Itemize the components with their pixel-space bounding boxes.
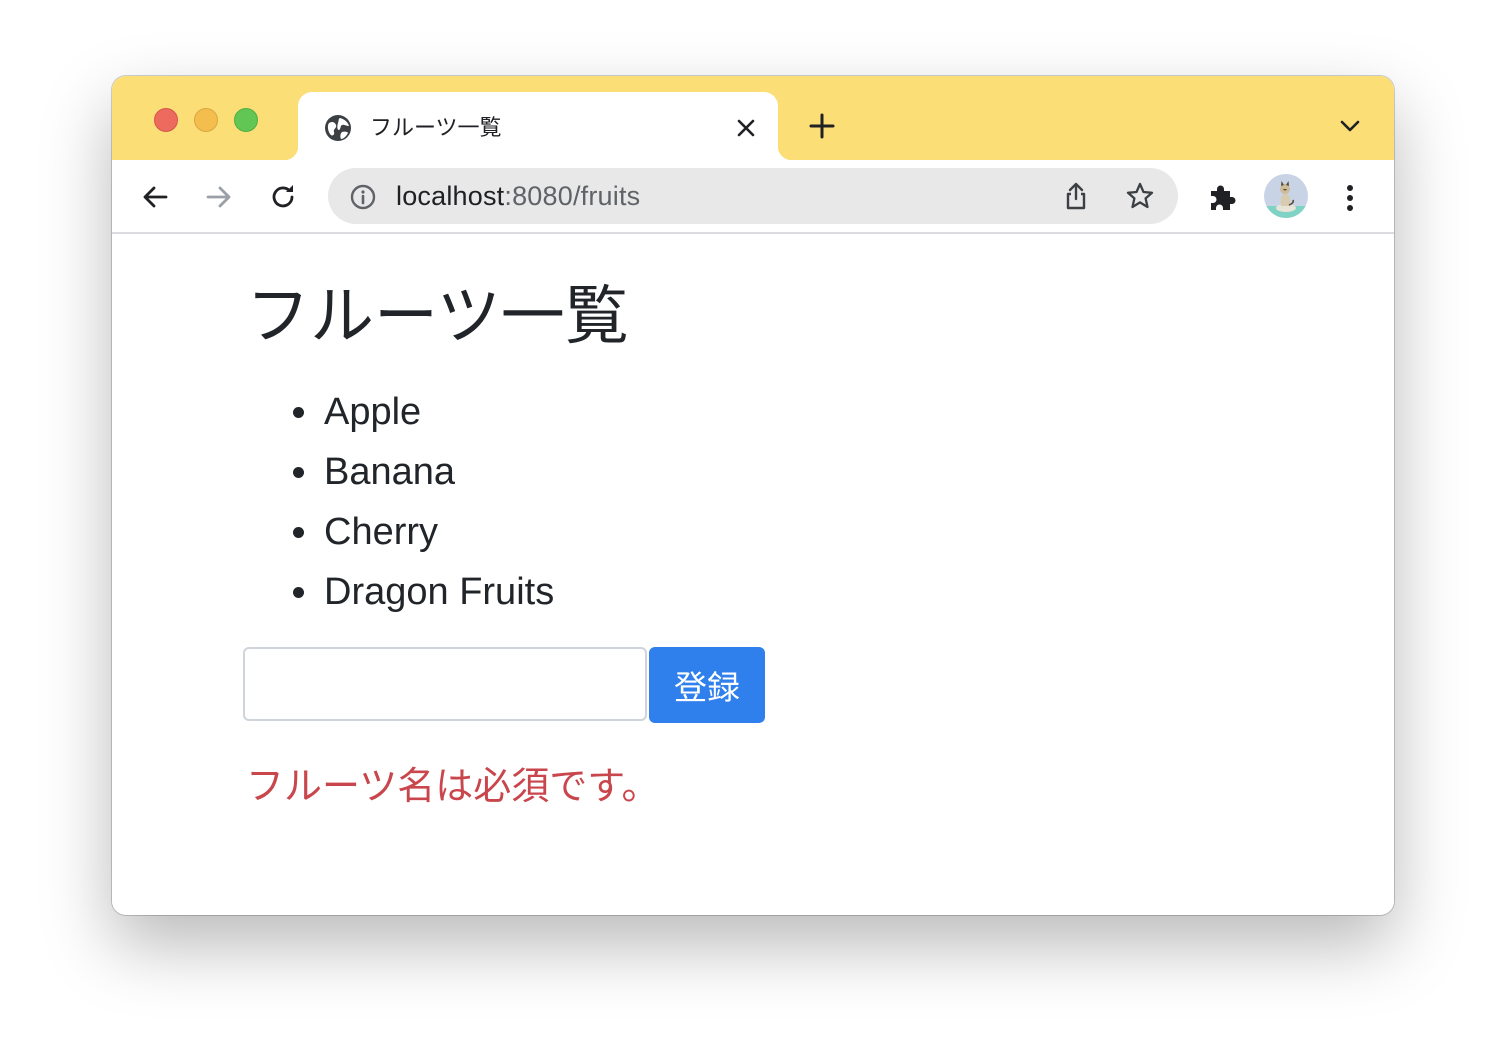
close-window-button[interactable] [154,108,178,132]
list-item: Apple [322,382,554,442]
address-bar[interactable]: localhost:8080/fruits [328,168,1178,224]
share-icon[interactable] [1060,180,1092,212]
avatar[interactable] [1264,174,1308,218]
url-host: localhost [396,181,505,211]
fruit-list: Apple Banana Cherry Dragon Fruits [246,382,554,622]
chevron-down-icon[interactable] [1336,114,1364,138]
browser-toolbar: localhost:8080/fruits [112,160,1394,234]
new-tab-icon[interactable] [806,110,838,142]
forward-icon[interactable] [202,180,236,214]
page-title: フルーツ一覧 [246,280,629,352]
validation-error-message: フルーツ名は必須です。 [246,764,660,808]
page-content: フルーツ一覧 Apple Banana Cherry Dragon Fruits… [112,234,1394,915]
list-item: Banana [322,442,554,502]
list-item: Dragon Fruits [322,562,554,622]
puzzle-icon[interactable] [1204,180,1240,216]
browser-window: フルーツ一覧 localhost:8080/fruits フルーツ一覧 • Ap… [112,76,1394,915]
minimize-window-button[interactable] [194,108,218,132]
globe-icon [325,115,351,141]
tab-title: フルーツ一覧 [370,115,502,140]
fruit-name-input[interactable] [243,647,647,721]
title-bar: フルーツ一覧 [112,76,1394,160]
kebab-menu-icon[interactable] [1334,180,1366,216]
cat-profile-icon [1264,181,1308,218]
tab-active[interactable]: フルーツ一覧 [284,92,792,160]
zoom-window-button[interactable] [234,108,258,132]
info-icon[interactable] [348,182,378,212]
reload-icon[interactable] [266,180,300,214]
list-item: Cherry [322,502,554,562]
url-path: :8080/fruits [504,181,641,211]
url-text[interactable]: localhost:8080/fruits [396,180,640,212]
back-icon[interactable] [138,180,172,214]
register-button[interactable]: 登録 [649,647,765,723]
close-tab-icon[interactable] [734,116,758,140]
star-icon[interactable] [1124,180,1156,212]
